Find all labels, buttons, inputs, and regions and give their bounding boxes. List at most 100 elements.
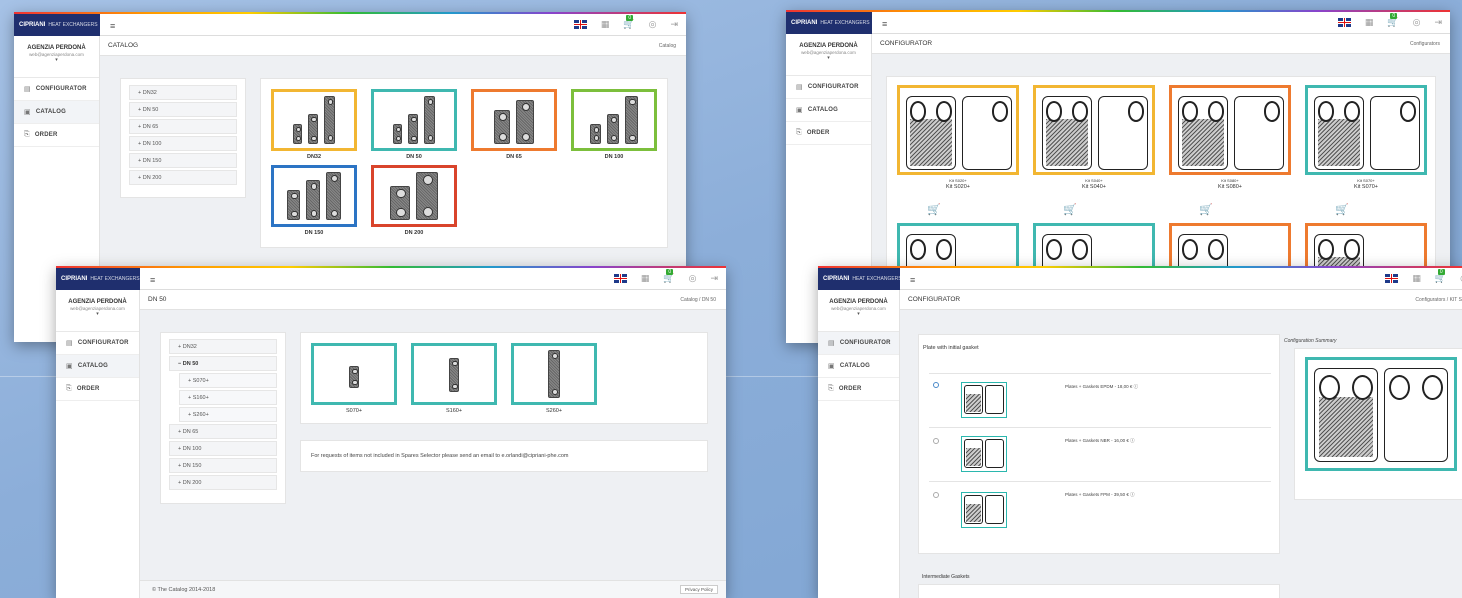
sidebar-item-configurator[interactable]: ▤ CONFIGURATOR: [56, 332, 139, 355]
user-panel[interactable]: AGENZIA PERDONÀ web@agenziaperdona.com ▾: [14, 36, 99, 78]
sidebar-item-order[interactable]: ⎘ ORDER: [56, 378, 139, 401]
kit-label: Kit S020+: [945, 184, 970, 190]
plate-image: [349, 366, 359, 388]
product-card-dn100[interactable]: [571, 89, 657, 151]
grid-icon[interactable]: ▦: [601, 19, 610, 30]
sidebar-item-catalog[interactable]: ▣ CATALOG: [56, 355, 139, 378]
breadcrumb[interactable]: Catalog: [659, 43, 676, 49]
tree-item[interactable]: + DN 200: [169, 475, 277, 490]
help-icon[interactable]: ◎: [1413, 17, 1421, 28]
uk-flag-icon[interactable]: [573, 20, 587, 29]
grid-icon[interactable]: ▦: [1365, 17, 1374, 28]
product-card-dn150[interactable]: [271, 165, 357, 227]
sidebar-item-order[interactable]: ⎘ ORDER: [14, 124, 99, 147]
tree-item-open[interactable]: − DN 50: [169, 356, 277, 371]
brand-logo[interactable]: CIPRIANI HEAT EXCHANGERS: [56, 268, 140, 290]
logout-icon[interactable]: ⇥: [1434, 17, 1442, 28]
product-card-dn32[interactable]: [271, 89, 357, 151]
sidebar-item-configurator[interactable]: ▤ CONFIGURATOR: [786, 76, 871, 99]
logout-icon[interactable]: ⇥: [710, 273, 718, 284]
brand-logo[interactable]: CIPRIANI HEAT EXCHANGERS: [786, 12, 872, 34]
tree-item[interactable]: + DN 200: [129, 170, 237, 185]
user-panel[interactable]: AGENZIA PERDONÀ web@agenziaperdona.com ▾: [786, 34, 871, 76]
section-title: Intermediate Gaskets: [922, 574, 970, 580]
uk-flag-icon[interactable]: [1385, 274, 1399, 283]
hamburger-icon[interactable]: ≡: [110, 21, 115, 31]
sidebar-item-catalog[interactable]: ▣ CATALOG: [818, 355, 899, 378]
add-to-cart-icon[interactable]: 🛒: [1335, 203, 1349, 216]
notice-text: For requests of items not included in Sp…: [311, 453, 569, 459]
kit-card[interactable]: [1169, 85, 1291, 175]
product-card-dn50[interactable]: [371, 89, 457, 151]
sidebar-item-catalog[interactable]: ▣ CATALOG: [786, 99, 871, 122]
option-radio[interactable]: [933, 382, 939, 388]
add-to-cart-icon[interactable]: 🛒: [927, 203, 941, 216]
help-icon[interactable]: ◎: [689, 273, 697, 284]
tree-item[interactable]: + DN 100: [129, 136, 237, 151]
kit-label: Kit S070+: [1353, 184, 1378, 190]
add-to-cart-icon[interactable]: 🛒: [1199, 203, 1213, 216]
product-card-s160[interactable]: [411, 343, 497, 405]
product-card-dn200[interactable]: [371, 165, 457, 227]
kit-thumbnail: [961, 492, 1007, 528]
tree-item[interactable]: + DN 65: [129, 119, 237, 134]
tree-subitem[interactable]: + S260+: [179, 407, 277, 422]
kit-card[interactable]: [1305, 85, 1427, 175]
option-row[interactable]: Plates + Gaskets NBR - 16,00 € ⓘ: [929, 427, 1271, 479]
tree-item[interactable]: + DN 150: [169, 458, 277, 473]
caret-down-icon[interactable]: ▾: [818, 311, 899, 317]
grid-icon[interactable]: ▦: [641, 273, 650, 284]
caret-down-icon[interactable]: ▾: [56, 311, 139, 317]
cart-icon[interactable]: 🛒 0: [1387, 13, 1399, 28]
add-to-cart-icon[interactable]: 🛒: [1063, 203, 1077, 216]
hamburger-icon[interactable]: ≡: [882, 19, 887, 29]
breadcrumb[interactable]: Catalog / DN 50: [680, 297, 716, 303]
grid-icon[interactable]: ▦: [1412, 273, 1421, 284]
page-title: DN 50: [148, 296, 167, 303]
product-card-s070[interactable]: [311, 343, 397, 405]
sidebar-item-configurator[interactable]: ▤ CONFIGURATOR: [818, 332, 899, 355]
configurator-icon: ▤: [24, 86, 31, 93]
caret-down-icon[interactable]: ▾: [14, 57, 99, 63]
user-panel[interactable]: AGENZIA PERDONÀ web@agenziaperdona.com ▾: [56, 290, 139, 332]
option-radio[interactable]: [933, 492, 939, 498]
tree-subitem[interactable]: + S160+: [179, 390, 277, 405]
help-icon[interactable]: ◎: [649, 19, 657, 30]
product-card-dn65[interactable]: [471, 89, 557, 151]
uk-flag-icon[interactable]: [1337, 18, 1351, 27]
sidebar-item-order[interactable]: ⎘ ORDER: [786, 122, 871, 145]
tree-item[interactable]: + DN 150: [129, 153, 237, 168]
brand-logo[interactable]: CIPRIANI HEAT EXCHANGERS: [818, 268, 902, 290]
tree-subitem[interactable]: + S070+: [179, 373, 277, 388]
uk-flag-icon[interactable]: [613, 274, 627, 283]
hamburger-icon[interactable]: ≡: [910, 275, 915, 285]
breadcrumb[interactable]: Configurators: [1410, 41, 1440, 47]
tree-item[interactable]: + DN32: [169, 339, 277, 354]
sidebar-item-catalog[interactable]: ▣ CATALOG: [14, 101, 99, 124]
tree-item[interactable]: + DN 65: [169, 424, 277, 439]
cart-icon[interactable]: 🛒 0: [663, 269, 675, 284]
caret-down-icon[interactable]: ▾: [786, 55, 871, 61]
breadcrumb[interactable]: Configurators / KIT S: [1415, 297, 1462, 303]
tree-item[interactable]: + DN32: [129, 85, 237, 100]
kit-card[interactable]: [1033, 85, 1155, 175]
sidebar-item-configurator[interactable]: ▤ CONFIGURATOR: [14, 78, 99, 101]
brand-logo[interactable]: CIPRIANI HEAT EXCHANGERS: [14, 14, 100, 36]
user-name: AGENZIA PERDONÀ: [27, 45, 86, 51]
option-radio[interactable]: [933, 438, 939, 444]
product-card-s260[interactable]: [511, 343, 597, 405]
tree-item[interactable]: + DN 50: [129, 102, 237, 117]
kit-thumbnail: [961, 382, 1007, 418]
user-panel[interactable]: AGENZIA PERDONÀ web@agenziaperdona.com ▾: [818, 290, 899, 332]
kit-card[interactable]: [897, 85, 1019, 175]
tree-item[interactable]: + DN 100: [169, 441, 277, 456]
option-row[interactable]: Plates + Gaskets FPM - 39,50 € ⓘ: [929, 481, 1271, 547]
option-row[interactable]: Plates + Gaskets EPDM - 18,00 € ⓘ: [929, 373, 1271, 425]
logout-icon[interactable]: ⇥: [670, 19, 678, 30]
plate-image: [326, 172, 341, 220]
cart-icon[interactable]: 🛒 0: [1435, 269, 1446, 284]
privacy-policy-link[interactable]: Privacy Policy: [679, 585, 718, 594]
cart-icon[interactable]: 🛒 0: [623, 15, 635, 30]
sidebar-item-order[interactable]: ⎘ ORDER: [818, 378, 899, 401]
hamburger-icon[interactable]: ≡: [150, 275, 155, 285]
